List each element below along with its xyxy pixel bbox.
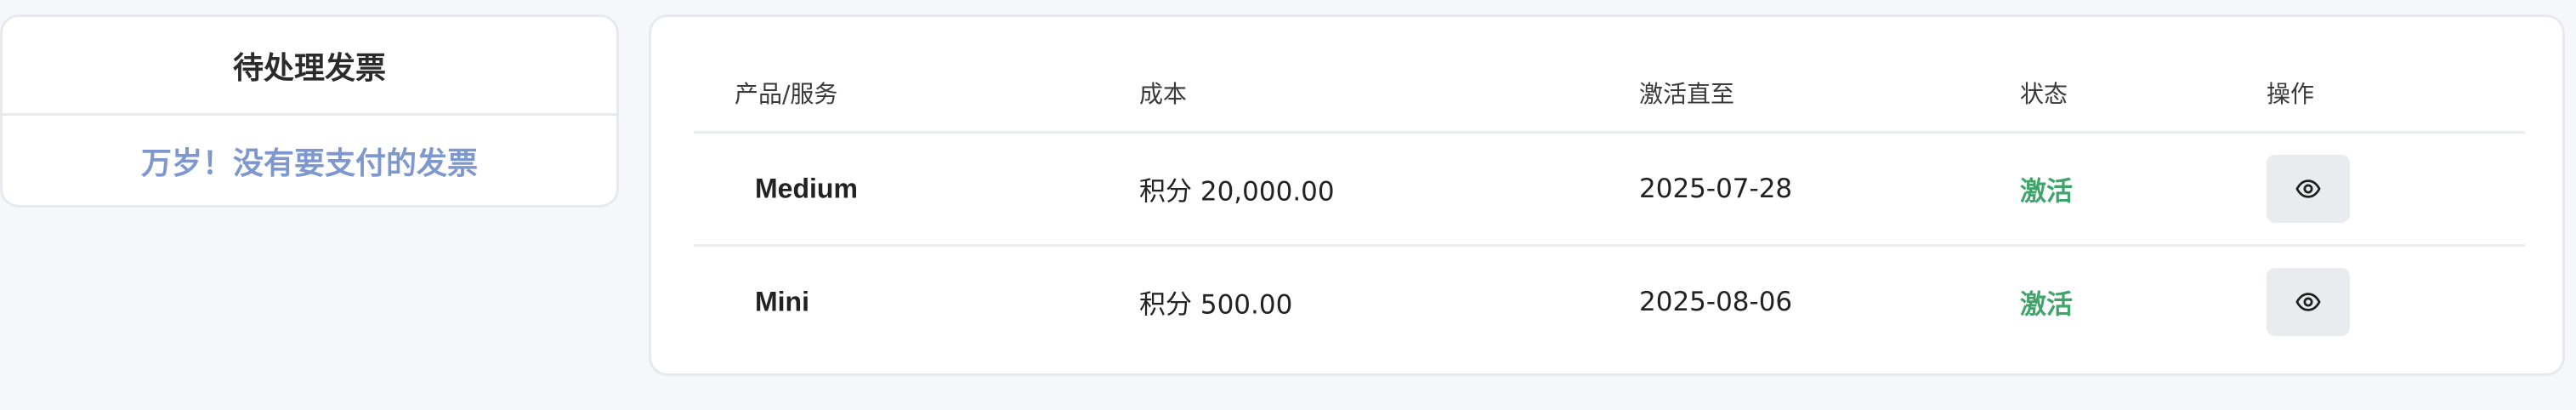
subscriptions-card: 产品/服务 成本 激活直至 状态 操作 Medium 积分 20,000.00 …	[649, 14, 2565, 376]
table-header: 产品/服务 成本 激活直至 状态 操作	[694, 54, 2525, 134]
eye-icon	[2295, 179, 2321, 198]
active-until-date: 2025-07-28	[1639, 174, 1793, 204]
table-row: Medium 积分 20,000.00 2025-07-28 激活	[694, 134, 2525, 247]
no-invoices-message: 万岁！没有要支付的发票	[140, 145, 478, 181]
column-header-cost: 成本	[1139, 80, 1188, 108]
status-badge: 激活	[2020, 176, 2073, 208]
view-button[interactable]	[2267, 155, 2350, 223]
view-button[interactable]	[2267, 268, 2350, 336]
subscriptions-table: 产品/服务 成本 激活直至 状态 操作 Medium 积分 20,000.00 …	[694, 54, 2525, 357]
column-header-actions: 操作	[2267, 80, 2315, 108]
product-name: Mini	[755, 286, 809, 317]
active-until-date: 2025-08-06	[1639, 287, 1793, 317]
column-header-active-until: 激活直至	[1639, 80, 1735, 108]
pending-invoices-card: 待处理发票 万岁！没有要支付的发票	[0, 14, 619, 208]
table-row: Mini 积分 500.00 2025-08-06 激活	[694, 247, 2525, 357]
column-header-product: 产品/服务	[735, 80, 838, 108]
column-header-status: 状态	[2020, 80, 2068, 108]
eye-icon	[2295, 293, 2321, 311]
cost-value: 积分 20,000.00	[1139, 176, 1335, 208]
product-name: Medium	[755, 173, 858, 204]
cost-value: 积分 500.00	[1139, 289, 1293, 321]
status-badge: 激活	[2020, 289, 2073, 321]
pending-invoices-title: 待处理发票	[3, 17, 616, 116]
